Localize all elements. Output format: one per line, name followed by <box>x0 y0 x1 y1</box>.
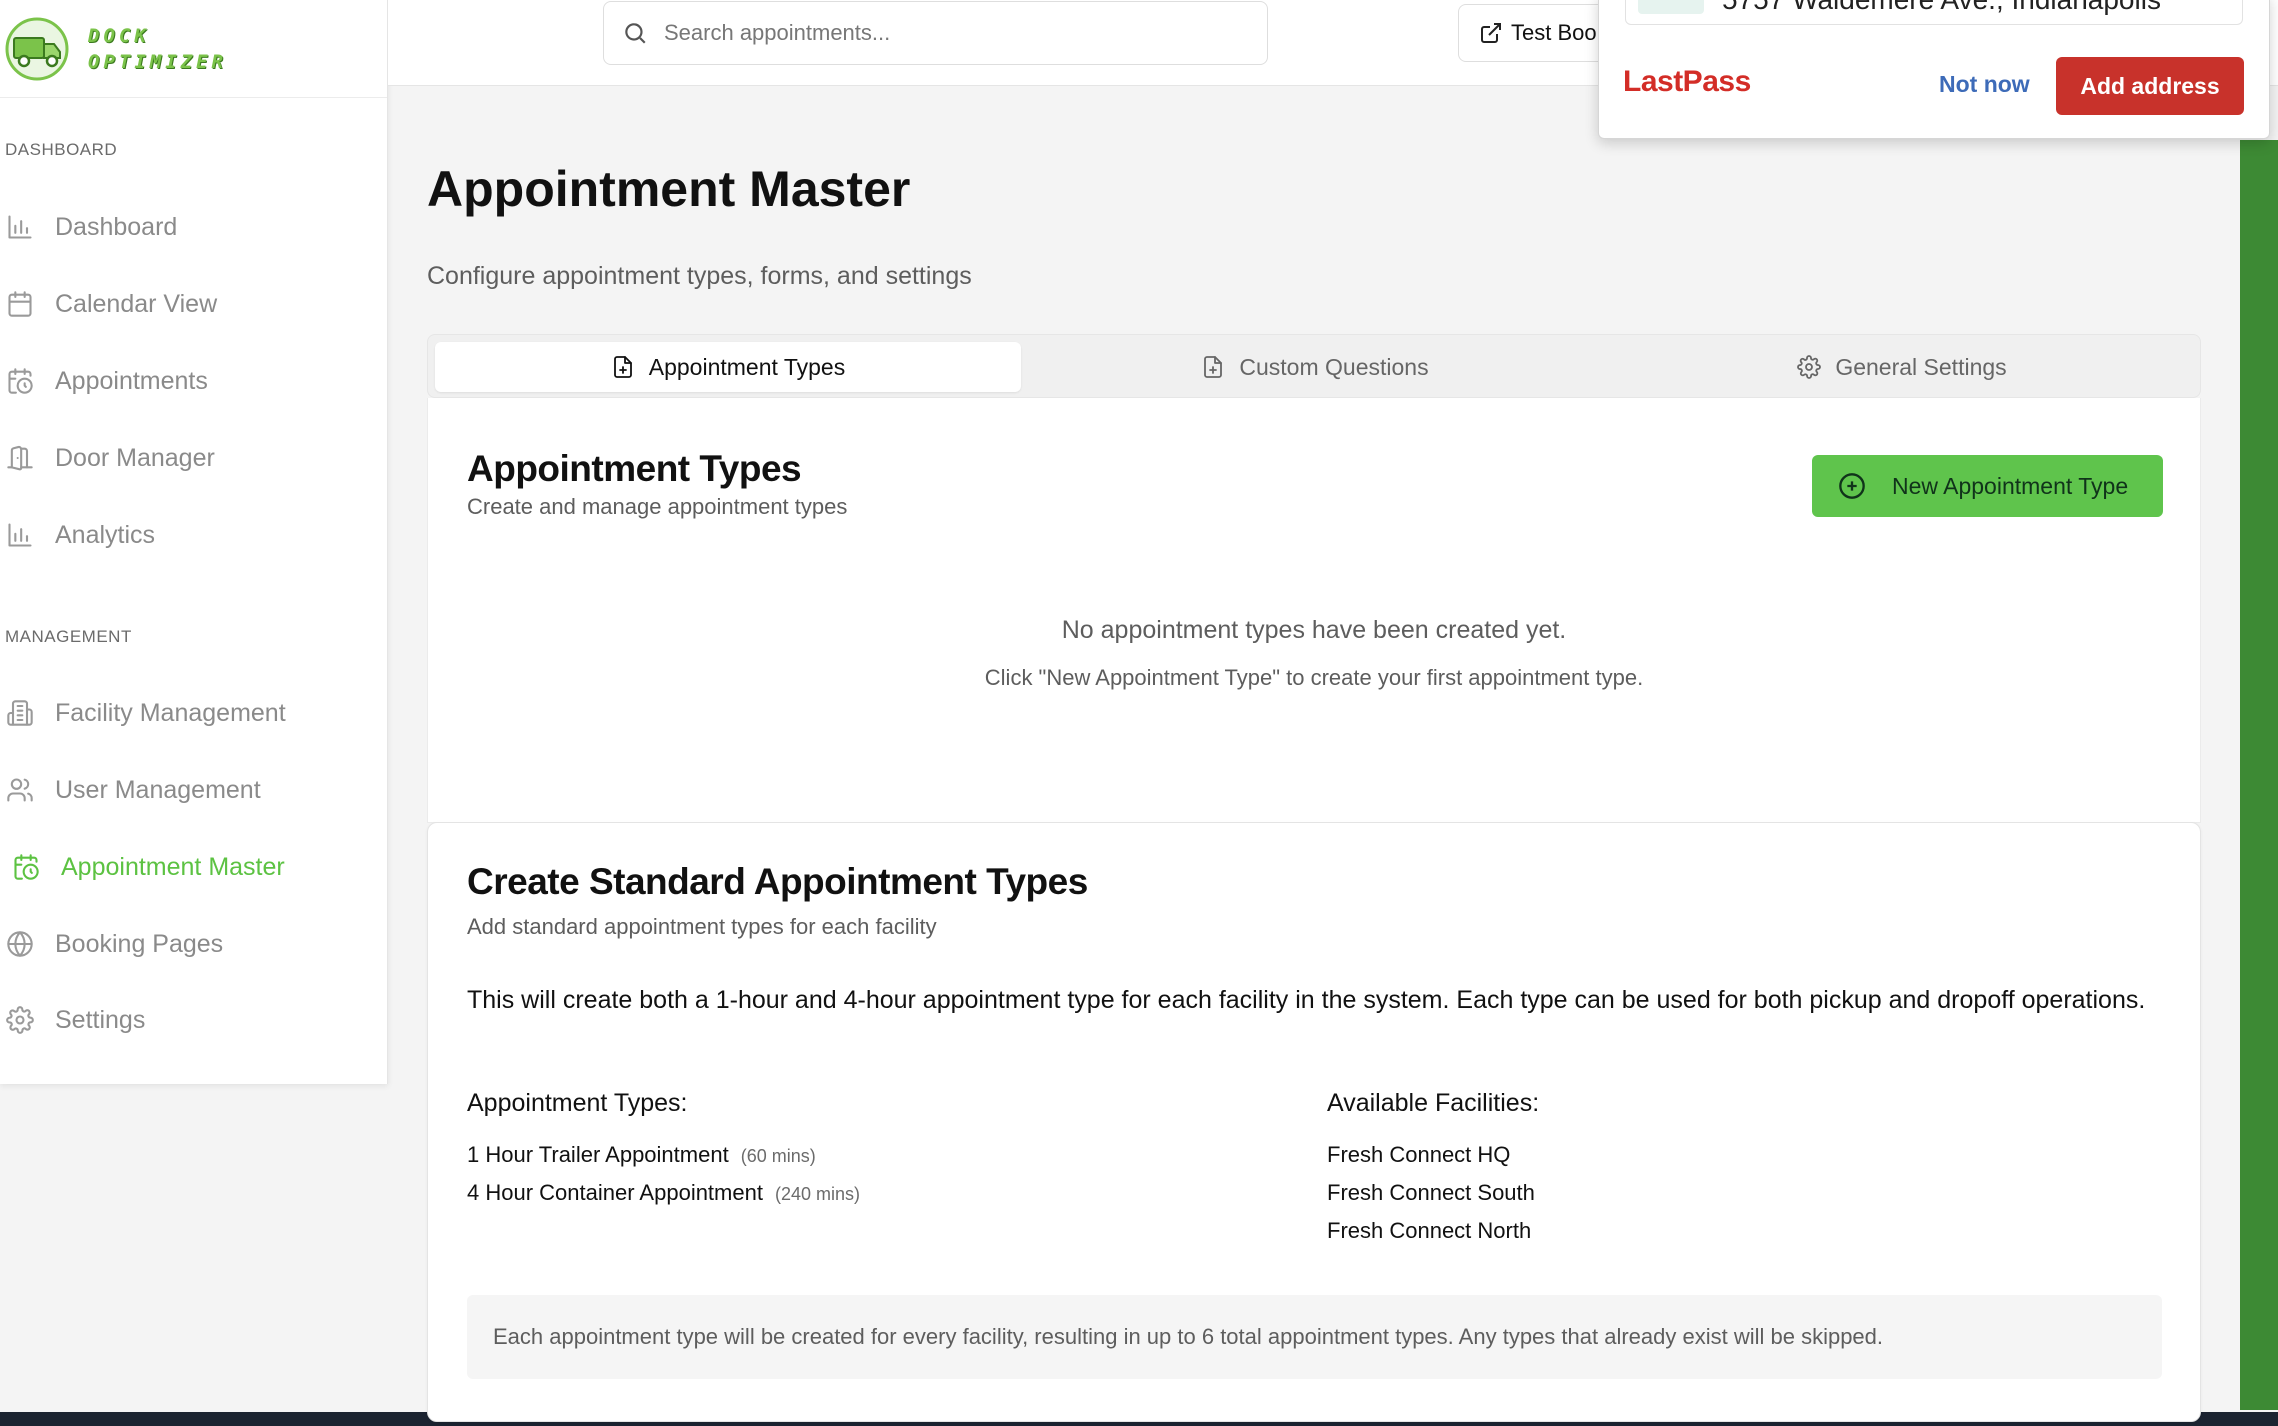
building-icon <box>5 698 35 728</box>
tab-list: Appointment Types Custom Questions Gener… <box>427 334 2201 398</box>
sidebar-item-label: User Management <box>55 775 261 804</box>
file-plus-icon <box>613 356 632 378</box>
section-label-dashboard: DASHBOARD <box>5 140 118 159</box>
type-name: 1 Hour Trailer Appointment <box>467 1142 729 1167</box>
tab-custom-questions[interactable]: Custom Questions <box>1022 342 1608 392</box>
truck-logo-icon <box>5 17 69 80</box>
users-icon <box>5 775 35 805</box>
calendar-clock-icon <box>5 366 35 396</box>
sidebar-item-label: Calendar View <box>55 289 218 318</box>
address-chip <box>1638 0 1704 14</box>
globe-icon <box>5 929 35 959</box>
logo-line-2: OPTIMIZER <box>88 50 227 73</box>
logo-line-1: DOCK <box>88 24 150 47</box>
bar-chart-icon <box>5 520 35 550</box>
card-subtitle: Add standard appointment types for each … <box>467 914 937 939</box>
list-item: 4 Hour Container Appointment (240 mins) <box>467 1174 860 1212</box>
sidebar-item-label: Dashboard <box>55 212 178 241</box>
calendar-clock-icon <box>11 852 41 882</box>
type-duration: (240 mins) <box>774 1184 860 1204</box>
sidebar-item-calendar-view[interactable]: Calendar View <box>0 274 388 334</box>
window-edge-strip <box>2240 140 2278 1410</box>
gear-icon <box>1797 355 1822 379</box>
lastpass-logo: LastPass <box>1623 65 1751 98</box>
list-item: Fresh Connect HQ <box>1327 1142 1511 1167</box>
appointment-types-card: Appointment Types Create and manage appo… <box>427 398 2201 823</box>
new-appointment-type-label: New Appointment Type <box>1892 472 2129 499</box>
plus-circle-icon <box>1839 473 1865 499</box>
sidebar-item-user-management[interactable]: User Management <box>0 760 388 820</box>
lastpass-popup: 5757 Waldemere Ave., Indianapolis LastPa… <box>1598 0 2270 139</box>
test-booking-label: Test Boo <box>1511 20 1597 45</box>
sidebar-item-analytics[interactable]: Analytics <box>0 505 388 565</box>
page-title: Appointment Master <box>427 161 911 217</box>
door-icon <box>5 443 35 473</box>
info-note: Each appointment type will be created fo… <box>467 1295 2162 1379</box>
external-link-icon <box>1481 23 1501 43</box>
list-item: Fresh Connect North <box>1327 1218 1532 1243</box>
sidebar-item-label: Facility Management <box>55 698 286 727</box>
logo-text: DOCK OPTIMIZER <box>88 23 227 75</box>
sidebar-item-label: Booking Pages <box>55 929 224 958</box>
card-title: Appointment Types <box>467 448 802 489</box>
list-heading: Appointment Types: <box>467 1089 688 1117</box>
card-description: This will create both a 1-hour and 4-hou… <box>467 986 2146 1014</box>
list-item: Fresh Connect South <box>1327 1180 1535 1205</box>
empty-state-title: No appointment types have been created y… <box>1061 616 1567 644</box>
sidebar-item-label: Analytics <box>55 520 156 549</box>
card-subtitle: Create and manage appointment types <box>467 494 848 519</box>
appointment-types-list: Appointment Types: 1 Hour Trailer Appoin… <box>467 1089 860 1212</box>
tab-label: Appointment Types <box>648 353 846 380</box>
sidebar-item-label: Settings <box>55 1005 146 1034</box>
sidebar: DOCK OPTIMIZER DASHBOARD Dashboard Calen… <box>0 0 388 1084</box>
calendar-icon <box>5 289 35 319</box>
lastpass-address-option[interactable]: 5757 Waldemere Ave., Indianapolis <box>1625 0 2243 25</box>
sidebar-item-appointments[interactable]: Appointments <box>0 351 388 411</box>
search-box[interactable] <box>603 1 1268 65</box>
sidebar-item-label: Appointment Master <box>61 852 285 881</box>
list-heading: Available Facilities: <box>1327 1089 1540 1117</box>
tab-label: General Settings <box>1835 353 2007 380</box>
logo[interactable]: DOCK OPTIMIZER <box>0 0 387 98</box>
lastpass-address-text: 5757 Waldemere Ave., Indianapolis <box>1722 0 2161 16</box>
search-input[interactable] <box>664 20 1224 46</box>
type-name: 4 Hour Container Appointment <box>467 1180 763 1205</box>
sidebar-item-dashboard[interactable]: Dashboard <box>0 197 388 257</box>
gear-icon <box>5 1005 35 1035</box>
tab-general-settings[interactable]: General Settings <box>1609 342 2195 392</box>
sidebar-item-facility-management[interactable]: Facility Management <box>0 683 388 743</box>
search-icon <box>625 23 646 44</box>
bar-chart-icon <box>5 212 35 242</box>
tab-label: Custom Questions <box>1239 353 1429 380</box>
type-duration: (60 mins) <box>740 1146 816 1166</box>
not-now-button[interactable]: Not now <box>1929 63 2040 106</box>
list-item: 1 Hour Trailer Appointment (60 mins) <box>467 1136 860 1174</box>
sidebar-item-settings[interactable]: Settings <box>0 990 388 1050</box>
sidebar-item-label: Door Manager <box>55 443 215 472</box>
tab-appointment-types[interactable]: Appointment Types <box>435 342 1021 392</box>
page-subtitle: Configure appointment types, forms, and … <box>427 262 972 290</box>
section-label-management: MANAGEMENT <box>5 627 132 646</box>
new-appointment-type-button[interactable]: New Appointment Type <box>1812 455 2163 517</box>
standard-types-card: Create Standard Appointment Types Add st… <box>427 822 2201 1422</box>
file-plus-icon <box>1204 356 1223 378</box>
sidebar-item-door-manager[interactable]: Door Manager <box>0 428 388 488</box>
sidebar-item-booking-pages[interactable]: Booking Pages <box>0 914 388 974</box>
empty-state-hint: Click "New Appointment Type" to create y… <box>984 665 1644 690</box>
card-title: Create Standard Appointment Types <box>467 861 1088 902</box>
sidebar-item-appointment-master[interactable]: Appointment Master <box>0 837 388 897</box>
add-address-button[interactable]: Add address <box>2056 57 2244 115</box>
sidebar-item-label: Appointments <box>55 366 208 395</box>
facilities-list: Available Facilities: Fresh Connect HQ F… <box>1327 1089 1539 1250</box>
